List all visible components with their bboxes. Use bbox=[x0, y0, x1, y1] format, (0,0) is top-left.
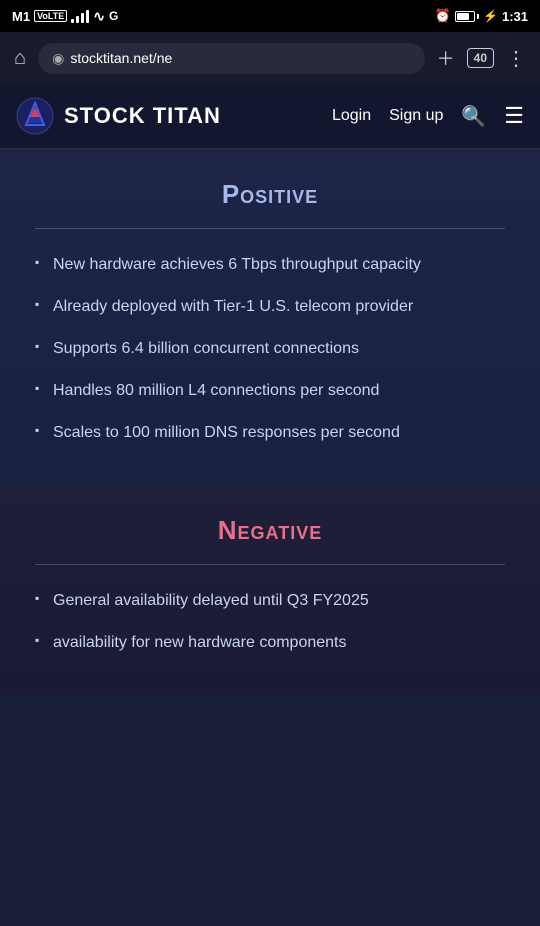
positive-bullet-list: New hardware achieves 6 Tbps throughput … bbox=[35, 253, 505, 445]
charge-icon: ⚡ bbox=[483, 9, 498, 23]
nav-header: STOCK TITAN Login Sign up 🔍 ☰ bbox=[0, 84, 540, 149]
list-item: New hardware achieves 6 Tbps throughput … bbox=[35, 253, 505, 277]
battery-fill bbox=[457, 13, 469, 20]
positive-divider bbox=[35, 228, 505, 229]
new-tab-button[interactable]: ＋ bbox=[433, 41, 459, 75]
battery-icon bbox=[455, 11, 479, 22]
negative-title: Negative bbox=[35, 515, 505, 546]
list-item: Scales to 100 million DNS responses per … bbox=[35, 421, 505, 445]
list-item: availability for new hardware components bbox=[35, 631, 505, 655]
status-right: ⏰ ⚡ 1:31 bbox=[435, 8, 528, 24]
volte-badge: VoLTE bbox=[34, 10, 67, 22]
time-display: 1:31 bbox=[502, 9, 528, 24]
login-link[interactable]: Login bbox=[332, 107, 371, 125]
more-button[interactable]: ⋮ bbox=[502, 42, 530, 75]
battery-body bbox=[455, 11, 475, 22]
logo-icon bbox=[16, 97, 54, 135]
search-icon[interactable]: 🔍 bbox=[461, 104, 486, 129]
status-left: M1 VoLTE ∿ G bbox=[12, 8, 118, 25]
alarm-icon: ⏰ bbox=[435, 8, 451, 24]
content-area: Positive New hardware achieves 6 Tbps th… bbox=[0, 149, 540, 695]
negative-section: Negative General availability delayed un… bbox=[0, 485, 540, 695]
positive-section: Positive New hardware achieves 6 Tbps th… bbox=[0, 149, 540, 485]
url-bar[interactable]: ◉ stocktitan.net/ne bbox=[38, 43, 425, 74]
browser-actions: ＋ 40 ⋮ bbox=[433, 41, 530, 75]
signal-bars-icon bbox=[71, 9, 89, 23]
nav-logo: STOCK TITAN bbox=[16, 97, 221, 135]
positive-title: Positive bbox=[35, 179, 505, 210]
carrier-label: M1 bbox=[12, 9, 30, 24]
list-item: Handles 80 million L4 connections per se… bbox=[35, 379, 505, 403]
battery-tip bbox=[477, 14, 479, 19]
logo-text: STOCK TITAN bbox=[64, 103, 221, 129]
menu-icon[interactable]: ☰ bbox=[504, 103, 524, 129]
list-item: Already deployed with Tier-1 U.S. teleco… bbox=[35, 295, 505, 319]
list-item: General availability delayed until Q3 FY… bbox=[35, 589, 505, 613]
nav-links: Login Sign up 🔍 ☰ bbox=[332, 103, 524, 129]
negative-bullet-list: General availability delayed until Q3 FY… bbox=[35, 589, 505, 655]
wifi-icon: ∿ bbox=[93, 8, 105, 25]
negative-divider bbox=[35, 564, 505, 565]
status-bar: M1 VoLTE ∿ G ⏰ ⚡ 1:31 bbox=[0, 0, 540, 32]
browser-bar: ⌂ ◉ stocktitan.net/ne ＋ 40 ⋮ bbox=[0, 32, 540, 84]
signup-link[interactable]: Sign up bbox=[389, 107, 443, 125]
list-item: Supports 6.4 billion concurrent connecti… bbox=[35, 337, 505, 361]
g-icon: G bbox=[109, 9, 118, 23]
url-text: stocktitan.net/ne bbox=[70, 50, 172, 66]
url-security-icon: ◉ bbox=[52, 50, 64, 67]
home-button[interactable]: ⌂ bbox=[10, 43, 30, 74]
tab-count-badge[interactable]: 40 bbox=[467, 48, 494, 68]
